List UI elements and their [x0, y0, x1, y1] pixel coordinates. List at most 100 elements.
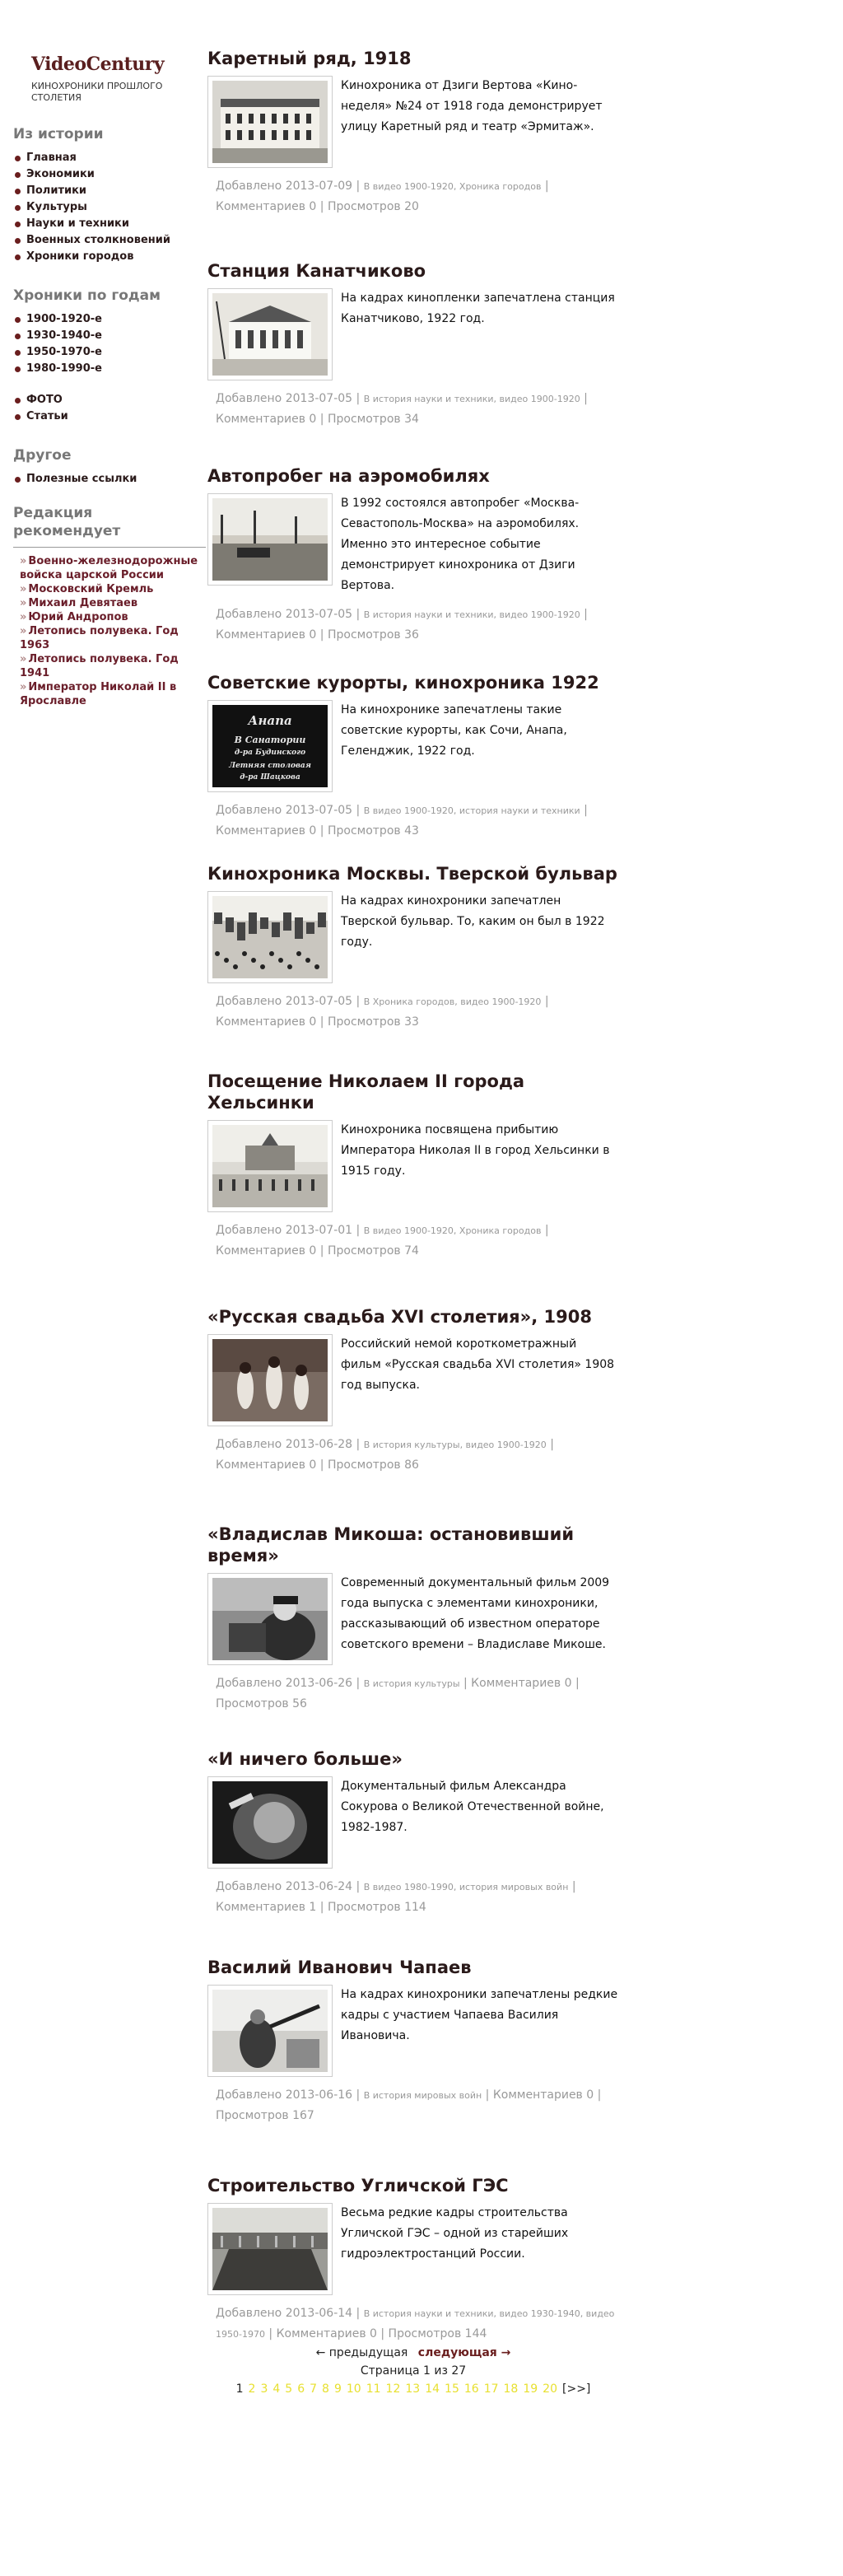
sidebar-item-history[interactable]: Главная [13, 150, 194, 166]
post-title-link[interactable]: Посещение Николаем II города Хельсинки [207, 1071, 619, 1113]
post-comments-link[interactable]: | Комментариев 0 | [268, 2327, 384, 2340]
page-number-link[interactable]: 19 [523, 2382, 538, 2396]
raquo-icon: » [20, 555, 27, 567]
editor-recommend-link[interactable]: » Военно-железнодорожные войска царской Р… [20, 554, 206, 582]
post-categories[interactable]: В история мировых войн [364, 2090, 482, 2101]
more-pages-link[interactable]: [>>] [562, 2382, 590, 2396]
page-number-link[interactable]: 18 [504, 2382, 519, 2396]
post-excerpt: В 1992 состоялся автопробег «Москва-Сева… [341, 497, 580, 592]
post-comments-link[interactable]: | Комментариев 0 | [463, 1677, 580, 1690]
page-number-link[interactable]: 17 [484, 2382, 499, 2396]
post-categories[interactable]: В видео 1980-1990, история мировых войн [364, 1882, 569, 1892]
sidebar-item-years[interactable]: 1900-1920-е [13, 311, 194, 328]
post-categories[interactable]: В видео 1900-1920, Хроника городов [364, 181, 542, 192]
sidebar-item-history[interactable]: Политики [13, 183, 194, 199]
post-categories[interactable]: В видео 1900-1920, история науки и техни… [364, 805, 580, 816]
page-number-link[interactable]: 3 [260, 2382, 268, 2396]
post-date: Добавлено 2013-07-05 | [216, 804, 361, 817]
sidebar-item-history[interactable]: Военных столкновений [13, 232, 194, 249]
sidebar-item-history[interactable]: Науки и техники [13, 216, 194, 232]
raquo-icon: » [20, 653, 27, 665]
editor-recommend-link[interactable]: » Михаил Девятаев [20, 596, 206, 610]
post-thumbnail[interactable] [207, 891, 333, 983]
page-number-link[interactable]: 13 [405, 2382, 420, 2396]
post-item: Василий Иванович Чапаев На кадрах кинохро… [207, 1957, 619, 2126]
post-categories[interactable]: В история науки и техники, видео 1900-19… [364, 609, 580, 620]
editor-recommend-link[interactable]: » Летопись полувека. Год 1941 [20, 652, 206, 680]
editor-recommend-link[interactable]: » Император Николай II в Ярославле [20, 680, 206, 708]
prev-page-link[interactable]: ← предыдущая [316, 2346, 408, 2359]
site-logo[interactable]: VideoCentury КИНОХРОНИКИ ПРОШЛОГО СТОЛЕТ… [13, 53, 194, 104]
post-categories[interactable]: В история культуры [364, 1678, 460, 1689]
page-number-link[interactable]: 15 [445, 2382, 459, 2396]
page-number-link[interactable]: 4 [272, 2382, 280, 2396]
page-number-link[interactable]: 9 [334, 2382, 342, 2396]
post-views: Просмотров 34 [327, 413, 419, 426]
post-title-link[interactable]: Автопробег на аэромобилях [207, 465, 619, 487]
next-page-link[interactable]: следующая → [418, 2346, 511, 2359]
post-date: Добавлено 2013-07-05 | [216, 995, 361, 1008]
post-item: «Русская свадьба XVI столетия», 1908 Росс… [207, 1306, 619, 1475]
sidebar-item-years[interactable]: 1980-1990-е [13, 361, 194, 377]
editor-recommend-link[interactable]: » Летопись полувека. Год 1963 [20, 624, 206, 652]
sidebar-item-history[interactable]: Культуры [13, 199, 194, 216]
page-number-link[interactable]: 12 [386, 2382, 401, 2396]
post-categories[interactable]: В история науки и техники, видео 1900-19… [364, 394, 580, 404]
extra-nav: ФОТО Статьи [13, 392, 194, 425]
raquo-icon: » [20, 583, 27, 595]
page-number-link[interactable]: 2 [249, 2382, 256, 2396]
page-number-link[interactable]: 5 [285, 2382, 292, 2396]
page-number-link[interactable]: 14 [425, 2382, 440, 2396]
post-categories[interactable]: В видео 1900-1920, Хроника городов [364, 1225, 542, 1236]
post-thumbnail[interactable] [207, 1776, 333, 1869]
sidebar-item-extra[interactable]: ФОТО [13, 392, 194, 408]
raquo-icon: » [20, 625, 27, 637]
years-heading: Хроники по годам [13, 287, 161, 304]
sidebar-item-history[interactable]: Хроники городов [13, 249, 194, 265]
page-number-link[interactable]: 10 [347, 2382, 361, 2396]
post-title-link[interactable]: «Русская свадьба XVI столетия», 1908 [207, 1306, 619, 1328]
post-thumbnail[interactable] [207, 493, 333, 586]
post-meta: Добавлено 2013-06-14 | В история науки и… [207, 2303, 619, 2345]
post-title-link[interactable]: Станция Канатчиково [207, 260, 619, 282]
post-thumbnail[interactable] [207, 76, 333, 168]
history-nav: Главная Экономики Политики Культуры Науки и … [13, 150, 194, 265]
post-thumbnail[interactable] [207, 1120, 333, 1212]
sidebar-item-extra[interactable]: Статьи [13, 408, 194, 425]
post-categories[interactable]: В история культуры, видео 1900-1920 [364, 1440, 547, 1450]
post-title-link[interactable]: Кинохроника Москвы. Тверской бульвар [207, 863, 619, 884]
post-thumbnail[interactable] [207, 1985, 333, 2077]
post-excerpt: На кадрах кинохроники запечатлены редкие… [341, 1988, 618, 2042]
sidebar-item-years[interactable]: 1950-1970-е [13, 344, 194, 361]
post-title-link[interactable]: «И ничего больше» [207, 1748, 619, 1770]
post-excerpt: Весьма редкие кадры строительства Угличс… [341, 2206, 569, 2261]
post-thumbnail[interactable] [207, 1573, 333, 1665]
other-heading: Другое [13, 447, 72, 464]
post-thumbnail[interactable] [207, 288, 333, 380]
page-number-link[interactable]: 16 [464, 2382, 479, 2396]
editor-recommend-link[interactable]: » Юрий Андропов [20, 610, 206, 624]
post-title-link[interactable]: Советские курорты, кинохроника 1922 [207, 672, 619, 693]
sidebar-item-history[interactable]: Экономики [13, 166, 194, 183]
page-number-link[interactable]: 6 [297, 2382, 305, 2396]
post-title-link[interactable]: Василий Иванович Чапаев [207, 1957, 619, 1978]
sidebar-item-years[interactable]: 1930-1940-е [13, 328, 194, 344]
post-categories[interactable]: В Хроника городов, видео 1900-1920 [364, 996, 542, 1007]
page-number-link[interactable]: 11 [366, 2382, 381, 2396]
post-title-link[interactable]: «Владислав Микоша: остановивший время» [207, 1524, 619, 1566]
post-item: Автопробег на аэромобилях В 1992 состоялс… [207, 465, 619, 645]
post-thumbnail[interactable] [207, 2203, 333, 2295]
post-thumbnail[interactable] [207, 1334, 333, 1426]
page-number-link[interactable]: 7 [310, 2382, 317, 2396]
editor-recommend-label: Михаил Девятаев [28, 597, 138, 609]
editor-recommend-link[interactable]: » Московский Кремль [20, 582, 206, 596]
post-thumbnail[interactable]: Анапа В Санатории д-ра Будинского Летняя ст… [207, 700, 333, 792]
page-number-link[interactable]: 8 [322, 2382, 329, 2396]
site-subtitle: КИНОХРОНИКИ ПРОШЛОГО СТОЛЕТИЯ [31, 81, 163, 103]
post-title-link[interactable]: Строительство Угличской ГЭС [207, 2175, 619, 2196]
post-comments-link[interactable]: | Комментариев 0 | [486, 2088, 602, 2102]
page-number-link[interactable]: 20 [543, 2382, 557, 2396]
post-title-link[interactable]: Каретный ряд, 1918 [207, 48, 619, 69]
sidebar-item-other[interactable]: Полезные ссылки [13, 471, 194, 488]
site-title[interactable]: VideoCentury [31, 53, 194, 76]
